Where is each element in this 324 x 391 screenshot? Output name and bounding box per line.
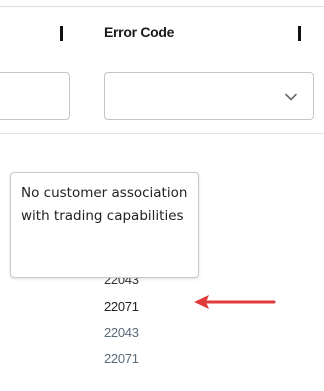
chevron-down-icon — [285, 93, 297, 101]
column-resizer-error-code[interactable] — [298, 26, 301, 41]
column-resizer[interactable] — [60, 26, 63, 41]
table-cell-error-code[interactable]: 22043 — [104, 325, 139, 340]
header-top-divider — [0, 6, 324, 7]
column-header-error-code[interactable]: Error Code — [104, 24, 174, 40]
table-cell-error-code[interactable]: 22071 — [104, 299, 139, 314]
filter-row-divider — [0, 133, 324, 134]
tooltip: No customer association with trading cap… — [10, 172, 199, 278]
red-arrow-icon — [194, 295, 276, 309]
column-filter-input[interactable] — [0, 72, 70, 120]
table-cell-error-code[interactable]: 22071 — [104, 351, 139, 366]
error-code-filter-select[interactable] — [104, 72, 314, 120]
tooltip-text: No customer association with trading cap… — [21, 185, 188, 224]
table-header-row: Error Code — [0, 0, 324, 62]
